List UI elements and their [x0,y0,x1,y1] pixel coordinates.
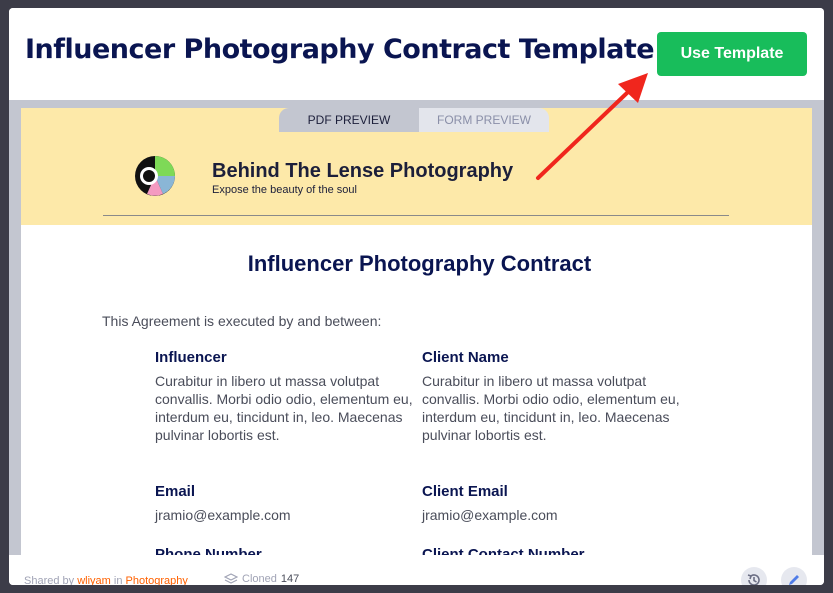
field-phone-number: Phone Number [155,546,415,555]
in-word: in [113,575,123,585]
category-link[interactable]: Photography [126,575,188,585]
field-value: jramio@example.com [422,507,558,523]
cloned-label: Cloned [242,573,277,585]
document-title: Influencer Photography Contract [247,251,592,276]
company-name: Behind The Lense Photography [212,160,514,182]
header-divider [103,215,729,216]
cloned-count: Cloned 147 [224,573,299,585]
field-value: Curabitur in libero ut massa volutpat co… [155,373,413,443]
history-button[interactable] [741,567,767,585]
layers-icon [224,573,238,584]
field-label: Client Name [422,349,509,366]
modal-footer: Shared by wliyam in Photography Cloned 1… [9,555,824,585]
tab-form-preview[interactable]: FORM PREVIEW [419,108,549,132]
field-label: Client Email [422,483,508,500]
field-email: Email jramio@example.com [155,483,415,524]
pdf-document: Behind The Lense Photography Expose the … [21,108,812,555]
modal-title: Influencer Photography Contract Template [25,34,655,65]
use-template-button[interactable]: Use Template [657,32,807,76]
pencil-icon [789,575,799,585]
company-tagline: Expose the beauty of the soul [212,184,357,196]
field-label: Influencer [155,349,227,366]
field-client-email: Client Email jramio@example.com [422,483,682,524]
document-intro: This Agreement is executed by and betwee… [102,313,382,329]
field-value: jramio@example.com [155,507,291,523]
camera-aperture-logo-icon [135,156,175,196]
tab-pdf-preview[interactable]: PDF PREVIEW [279,108,419,132]
history-icon [747,574,760,585]
field-client-contact-number: Client Contact Number [422,546,682,555]
cloned-number: 147 [280,573,300,585]
author-link[interactable]: wliyam [77,575,111,585]
preview-area[interactable]: Behind The Lense Photography Expose the … [9,100,824,555]
field-label: Email [155,483,196,500]
shared-by-text: Shared by wliyam in Photography [24,575,188,585]
field-value: Curabitur in libero ut massa volutpat co… [422,373,680,443]
edit-button[interactable] [781,567,807,585]
field-label: Client Contact Number [422,546,585,555]
preview-tabs: PDF PREVIEW FORM PREVIEW [279,108,549,132]
field-client-name: Client Name Curabitur in libero ut massa… [422,349,682,444]
shared-by-prefix: Shared by [24,575,75,585]
template-preview-modal: Influencer Photography Contract Template… [9,8,824,585]
field-influencer: Influencer Curabitur in libero ut massa … [155,349,415,444]
field-label: Phone Number [155,546,262,555]
modal-header: Influencer Photography Contract Template… [9,8,824,100]
